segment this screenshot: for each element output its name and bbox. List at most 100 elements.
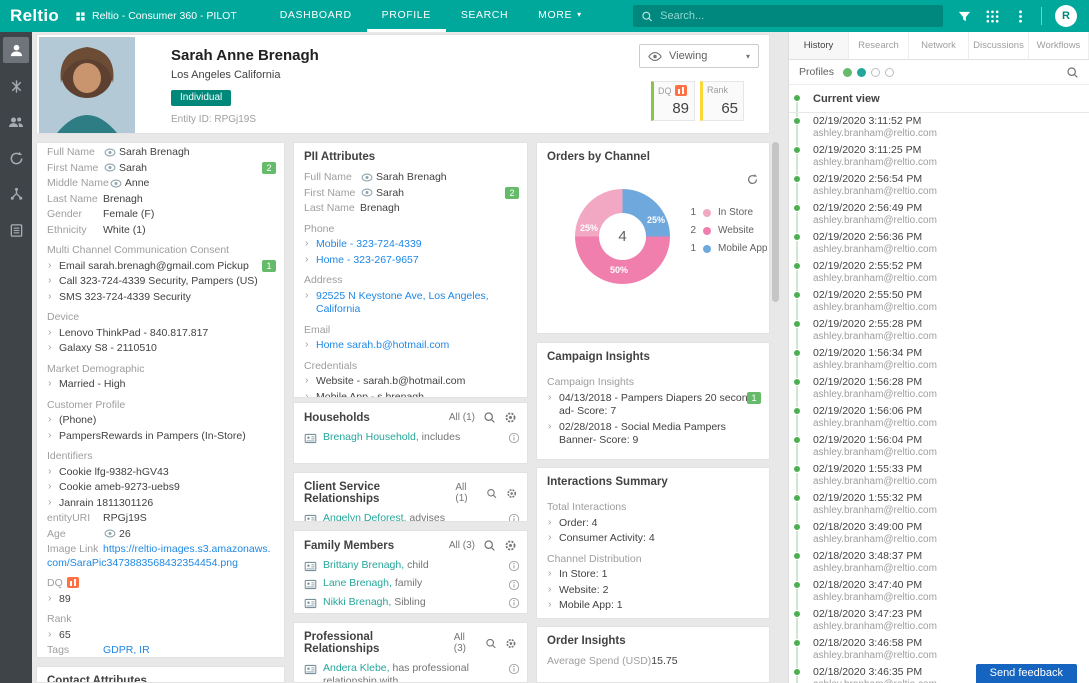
attribute-value: Website: 2 <box>559 583 609 596</box>
panel-title: Interactions Summary <box>547 476 668 488</box>
relationship-row[interactable]: Nikki Brenagh, Sibling <box>294 594 527 612</box>
reltio-logo[interactable]: Reltio <box>0 6 75 26</box>
profile-tab-icon[interactable] <box>3 37 29 63</box>
info-icon[interactable] <box>508 578 520 591</box>
activity-tab[interactable]: Workflows <box>1029 32 1089 59</box>
all-count[interactable]: All (1) <box>455 482 478 504</box>
search-icon <box>641 10 653 23</box>
relationships-icon[interactable] <box>3 109 29 135</box>
profile-dot[interactable] <box>871 67 881 77</box>
dq-score-box[interactable]: DQ 89 <box>651 81 695 121</box>
history-entry[interactable]: 02/19/2020 2:55:52 PM ashley.branham@rel… <box>789 258 1089 287</box>
attribute-row: Average Spend (USD)15.75 <box>537 654 769 670</box>
history-entry[interactable]: 02/19/2020 2:56:54 PM ashley.branham@rel… <box>789 171 1089 200</box>
menu-item[interactable]: PROFILE <box>366 0 446 32</box>
search-icon[interactable] <box>485 637 497 650</box>
vertical-scrollbar-thumb[interactable] <box>772 142 779 302</box>
relation-name-link[interactable]: Angelyn Deforest, <box>323 512 406 521</box>
user-avatar[interactable]: R <box>1055 5 1077 27</box>
history-entry[interactable]: 02/19/2020 1:55:33 PM ashley.branham@rel… <box>789 461 1089 490</box>
all-count[interactable]: All (3) <box>449 540 475 551</box>
contact-attributes-panel: Contact Attributes <box>36 666 285 683</box>
activity-tab[interactable]: Research <box>849 32 909 59</box>
rank-score-box[interactable]: Rank 65 <box>700 81 744 121</box>
history-entry[interactable]: 02/19/2020 1:56:04 PM ashley.branham@rel… <box>789 432 1089 461</box>
refresh-icon[interactable] <box>746 173 759 186</box>
sync-icon[interactable] <box>3 145 29 171</box>
attribute-value[interactable]: Home sarah.b@hotmail.com <box>316 339 449 351</box>
history-entry[interactable]: 02/18/2020 3:47:23 PM ashley.branham@rel… <box>789 606 1089 635</box>
search-icon[interactable] <box>483 411 496 424</box>
activity-tab[interactable]: Network <box>909 32 969 59</box>
send-feedback-button[interactable]: Send feedback <box>975 664 1077 683</box>
search-icon[interactable] <box>1066 66 1079 79</box>
activity-tab[interactable]: History <box>789 32 849 59</box>
history-entry[interactable]: 02/19/2020 1:55:32 PM ashley.branham@rel… <box>789 490 1089 519</box>
professional-relationships-panel: Professional Relationships All (3) Ander… <box>293 622 528 683</box>
all-count[interactable]: All (1) <box>449 412 475 423</box>
settings-gear-icon[interactable] <box>504 411 517 424</box>
relation-name-link[interactable]: Andera Klebe, <box>323 662 390 674</box>
settings-gear-icon[interactable] <box>506 487 517 500</box>
panel-title: Households <box>304 411 370 424</box>
history-entry[interactable]: 02/19/2020 2:56:49 PM ashley.branham@rel… <box>789 200 1089 229</box>
history-entry[interactable]: 02/19/2020 1:56:34 PM ashley.branham@rel… <box>789 345 1089 374</box>
history-entry[interactable]: 02/18/2020 3:46:58 PM ashley.branham@rel… <box>789 635 1089 664</box>
search-input[interactable] <box>660 10 935 22</box>
relation-name-link[interactable]: Brittany Brenagh, <box>323 559 404 571</box>
timeline-dot <box>793 581 801 589</box>
history-entry[interactable]: 02/19/2020 1:56:06 PM ashley.branham@rel… <box>789 403 1089 432</box>
profile-dot[interactable] <box>843 67 853 77</box>
relation-name-link[interactable]: Nikki Brenagh, <box>323 596 391 608</box>
attribute-value[interactable]: Home - 323-267-9657 <box>316 254 419 266</box>
profile-dot[interactable] <box>885 67 895 77</box>
history-entry[interactable]: 02/18/2020 3:49:00 PM ashley.branham@rel… <box>789 519 1089 548</box>
activity-log-icon[interactable] <box>3 217 29 243</box>
attribute-value[interactable]: GDPR, IR <box>103 644 150 656</box>
attribute-value[interactable]: Mobile - 323-724-4339 <box>316 238 422 250</box>
attribute-value[interactable]: 92525 N Keystone Ave, Los Angeles, Calif… <box>316 290 489 316</box>
attribute-row: entityURI RPGj19S <box>37 511 284 527</box>
tenant-breadcrumb[interactable]: Reltio - Consumer 360 - PILOT <box>75 10 265 22</box>
menu-item[interactable]: SEARCH <box>446 0 523 32</box>
info-icon[interactable] <box>508 597 520 610</box>
apps-grid-icon[interactable] <box>985 9 1000 24</box>
settings-gear-icon[interactable] <box>504 539 517 552</box>
relationship-row[interactable]: Angelyn Deforest, advises <box>294 510 527 522</box>
menu-item[interactable]: DASHBOARD <box>265 0 367 32</box>
history-entry[interactable]: 02/18/2020 3:47:40 PM ashley.branham@rel… <box>789 577 1089 606</box>
all-count[interactable]: All (3) <box>454 632 478 654</box>
info-icon[interactable] <box>508 432 520 445</box>
history-entry[interactable]: 02/19/2020 2:56:36 PM ashley.branham@rel… <box>789 229 1089 258</box>
relationship-row[interactable]: Lane Brenagh, family <box>294 575 527 593</box>
info-icon[interactable] <box>508 560 520 573</box>
search-icon[interactable] <box>486 487 497 500</box>
relation-name-link[interactable]: Brenagh Household, <box>323 431 419 443</box>
merge-tree-icon[interactable] <box>3 181 29 207</box>
entry-user-email: ashley.branham@reltio.com <box>813 650 937 661</box>
search-icon[interactable] <box>483 539 496 552</box>
history-entry[interactable]: 02/19/2020 3:11:25 PM ashley.branham@rel… <box>789 142 1089 171</box>
attribute-row: Order: 4 <box>537 516 769 532</box>
info-icon[interactable] <box>508 663 520 676</box>
history-entry[interactable]: 02/19/2020 2:55:50 PM ashley.branham@rel… <box>789 287 1089 316</box>
relationship-row[interactable]: Andera Klebe, has professional relations… <box>294 660 527 682</box>
relation-name-link[interactable]: Lane Brenagh, <box>323 577 392 589</box>
household-row[interactable]: Brenagh Household, includes <box>294 429 527 447</box>
history-entry[interactable]: 02/19/2020 3:11:52 PM ashley.branham@rel… <box>789 113 1089 142</box>
history-entry[interactable]: 02/18/2020 3:48:37 PM ashley.branham@rel… <box>789 548 1089 577</box>
menu-item[interactable]: MORE ▾ <box>523 0 597 32</box>
history-entry[interactable]: 02/19/2020 2:55:28 PM ashley.branham@rel… <box>789 316 1089 345</box>
relationship-row[interactable]: Brittany Brenagh, child <box>294 557 527 575</box>
legend-count: 1 <box>690 243 696 254</box>
info-icon[interactable] <box>508 513 520 522</box>
kebab-menu-icon[interactable] <box>1013 9 1028 24</box>
history-entry[interactable]: 02/19/2020 1:56:28 PM ashley.branham@rel… <box>789 374 1089 403</box>
activity-tab[interactable]: Discussions <box>969 32 1029 59</box>
profile-dot[interactable] <box>857 67 867 77</box>
viewing-dropdown[interactable]: Viewing ▾ <box>639 44 759 68</box>
filter-icon[interactable] <box>957 9 972 24</box>
settings-gear-icon[interactable] <box>505 637 517 650</box>
timeline-dot <box>793 407 801 415</box>
potential-matches-icon[interactable] <box>3 73 29 99</box>
